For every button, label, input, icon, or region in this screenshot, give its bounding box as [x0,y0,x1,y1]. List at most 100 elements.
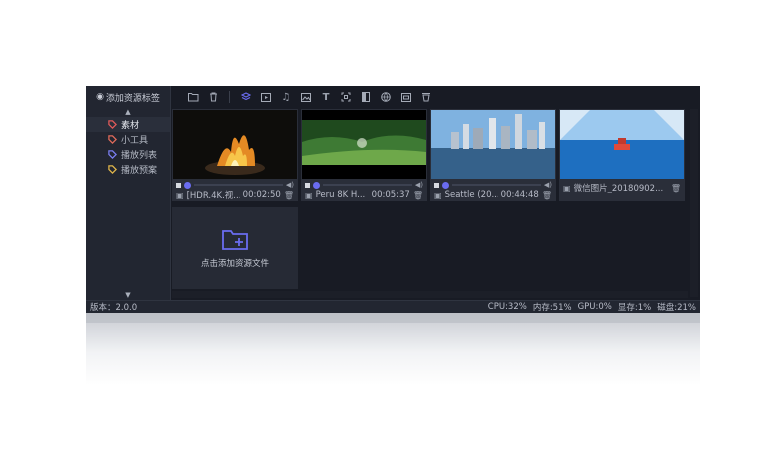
volume-icon[interactable]: ◀) [415,181,423,189]
web-filter-button[interactable] [376,89,396,105]
text-filter-button[interactable]: T [316,89,336,105]
delete-icon [209,92,217,102]
media-card[interactable]: ◀) ▣ Seattle (20... 00:44:48 🗑 [430,109,556,201]
media-card[interactable]: ▣ 微信图片_20180902... 🗑 [559,109,685,201]
add-resource-label: 点击添加资源文件 [200,259,269,269]
video-file-icon: ▣ [305,190,313,200]
resource-grid: ◀) ▣ [HDR.4K.视... 00:02:50 🗑 ◀) ▣ Peru 8… [172,109,688,297]
reflection-statusbar [86,313,700,323]
window-reflection [86,313,700,385]
tag-icon [108,150,117,159]
sidebar-item-widgets[interactable]: 小工具 [86,132,170,147]
trash-icon[interactable]: 🗑 [284,191,294,200]
image-file-icon: ▣ [563,183,571,193]
video-icon [261,92,271,102]
trash-icon[interactable]: 🗑 [671,184,681,193]
toolbar: ♫ T [171,86,700,108]
toolbar-divider [229,91,230,103]
tag-icon [108,165,117,174]
volume-icon[interactable]: ◀) [286,181,294,189]
media-name: Seattle (20... [444,190,498,200]
media-card[interactable]: ◀) ▣ [HDR.4K.视... 00:02:50 🗑 [172,109,298,201]
media-duration: 00:02:50 [242,190,281,200]
media-meta: ▣ Peru 8K H... 00:05:37 🗑 [305,190,423,200]
seek-handle[interactable] [184,181,191,189]
media-name: 微信图片_20180902... [573,184,664,193]
sidebar-item-label: 小工具 [121,136,149,146]
media-duration: 00:05:37 [371,190,410,200]
media-filter-button[interactable] [396,89,416,105]
media-meta: ▣ Seattle (20... 00:44:48 🗑 [434,190,552,200]
sidebar-item-label: 素材 [121,121,140,131]
thumbnail-pool [560,110,684,179]
web-icon [381,92,391,102]
memory-usage: 内存:51% [532,303,572,313]
sidebar-item-play-plan[interactable]: 播放预案 [86,162,170,177]
add-resource-tag-button[interactable]: ◉ 添加资源标签 [86,86,170,108]
media-meta: ▣ 微信图片_20180902... 🗑 [563,183,681,194]
stream-icon [422,93,430,102]
add-folder-icon [187,93,198,102]
capture-filter-button[interactable] [336,89,356,105]
document-filter-button[interactable] [356,89,376,105]
add-resource-button[interactable]: 点击添加资源文件 [172,207,298,289]
sidebar-item-playlist[interactable]: 播放列表 [86,147,170,162]
volume-icon[interactable]: ◀) [544,181,552,189]
video-file-icon: ▣ [176,190,184,200]
seek-handle[interactable] [442,181,449,189]
thumbnail-city [431,110,555,179]
media-card[interactable]: ◀) ▣ Peru 8K H... 00:05:37 🗑 [301,109,427,201]
capture-icon [341,92,351,102]
music-filter-button[interactable]: ♫ [276,89,296,105]
sidebar-item-label: 播放列表 [121,151,158,161]
sidebar: ◉ 添加资源标签 ▲ 素材 小工具 播放列表 播放预案 ▼ [86,86,171,300]
trash-icon[interactable]: 🗑 [542,191,552,200]
stop-icon[interactable] [305,182,310,188]
stop-icon[interactable] [434,182,439,188]
add-folder-icon [222,230,248,250]
sidebar-scroll-down-icon[interactable]: ▼ [86,291,170,300]
tag-icon [108,135,117,144]
video-filter-button[interactable] [256,89,276,105]
tag-icon [108,120,117,129]
seek-handle[interactable] [313,181,320,189]
all-layers-button[interactable] [236,89,256,105]
add-resource-tag-label: 添加资源标签 [105,93,160,104]
vertical-scrollbar[interactable] [690,109,698,297]
cpu-usage: CPU:32% [487,302,527,312]
playback-bar: ◀) [305,181,423,189]
music-icon: ♫ [281,91,291,103]
delete-button[interactable] [203,89,223,105]
layers-icon [241,92,251,101]
sidebar-item-material[interactable]: 素材 [86,117,170,132]
sidebar-scroll-up-icon[interactable]: ▲ [86,108,170,117]
document-icon [362,92,370,102]
media-name: [HDR.4K.视... [186,191,240,200]
image-filter-button[interactable] [296,89,316,105]
stream-filter-button[interactable] [416,89,436,105]
text-icon: T [322,91,330,103]
tag-add-icon: ◉ [96,92,104,102]
resource-manager-window: ◉ 添加资源标签 ▲ 素材 小工具 播放列表 播放预案 ▼ ♫ T ◀) ▣ [… [86,86,700,313]
add-folder-button[interactable] [183,89,203,105]
gpu-usage: GPU:0% [577,302,612,312]
status-bar: 版本：2.0.0 CPU:32% 内存:51% GPU:0% 显存:1% 磁盘:… [86,300,700,313]
seek-track[interactable] [323,184,412,186]
media-duration: 00:44:48 [500,190,539,200]
seek-track[interactable] [194,184,283,186]
sidebar-item-label: 播放预案 [121,166,158,176]
stop-icon[interactable] [176,182,181,188]
thumbnail-forest [302,110,426,179]
version-label: 版本：2.0.0 [90,303,138,313]
seek-track[interactable] [452,184,541,186]
video-file-icon: ▣ [434,190,442,200]
playback-bar: ◀) [434,181,552,189]
playback-bar: ◀) [176,181,294,189]
media-icon [401,92,411,102]
media-name: Peru 8K H... [315,190,366,200]
disk-usage: 磁盘:21% [657,303,696,313]
vram-usage: 显存:1% [617,303,652,313]
thumbnail-fire [173,110,297,179]
horizontal-scrollbar[interactable] [172,291,688,298]
trash-icon[interactable]: 🗑 [413,191,423,200]
